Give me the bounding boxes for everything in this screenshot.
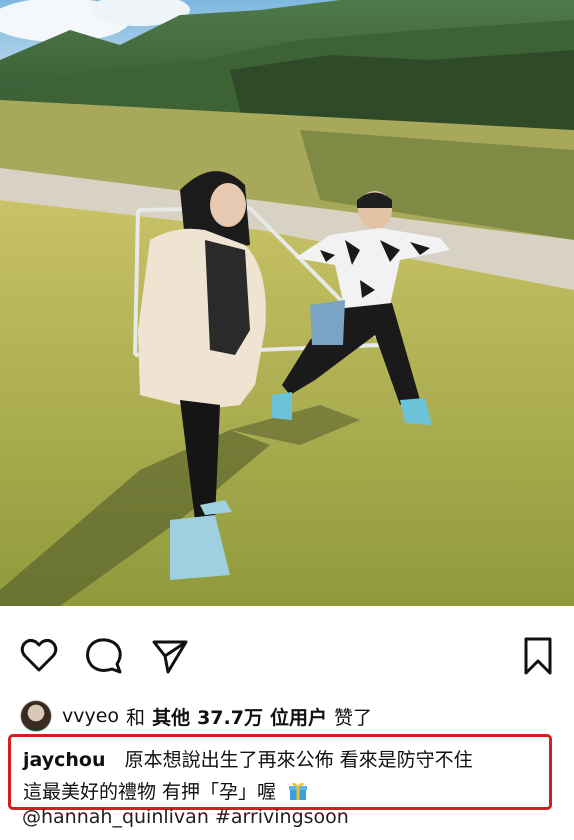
caption-text-line-2: 這最美好的禮物 有押「孕」喔 (23, 781, 277, 803)
avatar[interactable] (20, 700, 52, 732)
caption-highlight-box: jaychou 原本想說出生了再來公佈 看來是防守不住 這最美好的禮物 有押「孕… (8, 734, 552, 810)
caption-line-1: jaychou 原本想說出生了再來公佈 看來是防守不住 (23, 745, 473, 772)
caption-tags[interactable]: @hannah_quinlivan #arrivingsoon (22, 806, 349, 828)
gift-emoji-icon (289, 782, 308, 800)
post-photo[interactable] (0, 0, 574, 606)
caption-text-line-1: 原本想說出生了再來公佈 看來是防守不住 (124, 749, 473, 771)
comment-icon[interactable] (84, 636, 124, 676)
likes-users-text[interactable]: 位用户 (270, 703, 327, 730)
send-icon[interactable] (150, 636, 190, 676)
likes-summary: vvyeo 和 其他 37.7万 位用户 赞了 (20, 700, 372, 732)
likes-others-text[interactable]: 其他 (152, 703, 190, 730)
likes-count[interactable]: 37.7万 (197, 703, 263, 730)
bookmark-icon[interactable] (518, 636, 558, 676)
caption-line-2: 這最美好的禮物 有押「孕」喔 (23, 777, 308, 804)
likes-and-text: 和 (126, 706, 146, 729)
heart-icon[interactable] (19, 636, 59, 676)
likes-suffix: 赞了 (333, 706, 372, 729)
post-action-bar (0, 606, 574, 696)
caption-author[interactable]: jaychou (23, 749, 106, 771)
photo-scene (0, 0, 574, 606)
liker-username[interactable]: vvyeo (62, 705, 119, 727)
